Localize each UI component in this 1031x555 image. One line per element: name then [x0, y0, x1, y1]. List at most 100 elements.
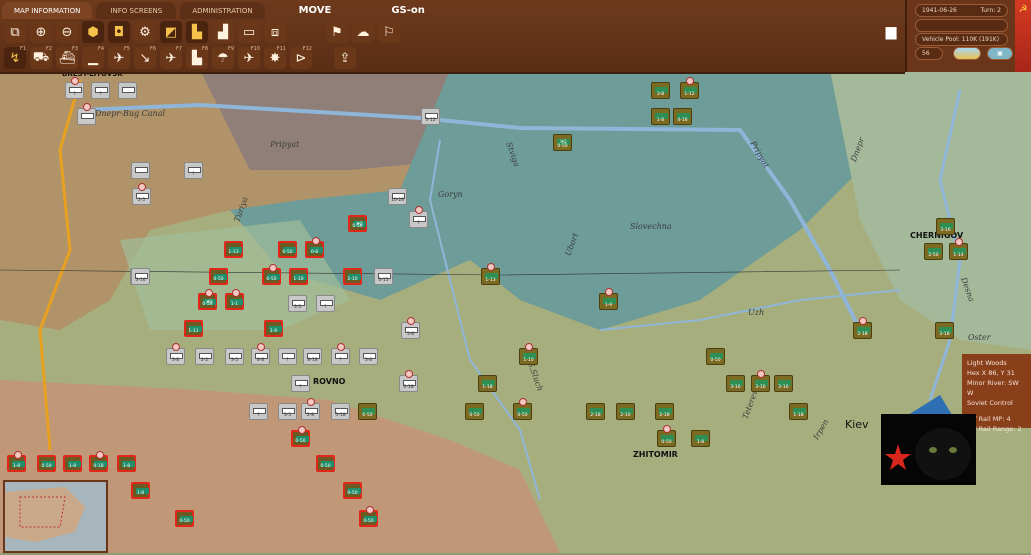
naval-icon[interactable]: ▁ F4 [82, 46, 104, 69]
strategic-map[interactable] [0, 0, 1031, 553]
rectangle-icon[interactable]: ▭ [238, 21, 260, 43]
soviet-unit-counter[interactable]: 0-50 [209, 268, 228, 285]
axis-unit-counter[interactable]: 3-18 [935, 322, 954, 339]
truck-icon[interactable]: ⛟ F2 [30, 46, 52, 69]
german-unit-counter[interactable]: ? [65, 77, 84, 99]
german-unit-counter[interactable]: ? [316, 295, 335, 312]
paradrop-icon[interactable]: ☂ F9 [212, 46, 234, 69]
soviet-unit-counter[interactable]: 2-10 [343, 268, 362, 285]
german-unit-counter[interactable]: 3-8 [359, 348, 378, 365]
ship-icon[interactable]: ⛴ F3 [56, 46, 78, 69]
german-unit-counter[interactable]: 3-5 [288, 295, 307, 312]
zoom-in-icon[interactable]: ⊕ [30, 21, 52, 43]
german-unit-counter[interactable] [77, 103, 96, 125]
german-unit-counter[interactable]: 2-8 [301, 398, 320, 420]
german-unit-counter[interactable]: 8-8 [251, 343, 270, 365]
soviet-unit-counter[interactable]: 0-50 [37, 455, 56, 472]
axis-unit-counter[interactable]: 1-18 [478, 375, 497, 392]
german-unit-counter[interactable]: 5-18 [331, 403, 350, 420]
air-transport-icon[interactable]: ✈ F10 [238, 46, 260, 69]
soviet-unit-counter[interactable]: 1-1 [225, 289, 244, 310]
soviet-unit-counter[interactable]: 1-8 [131, 482, 150, 499]
next-unit-icon[interactable]: ⊳ F12 [290, 46, 312, 69]
chart-overlay-icon[interactable]: ▙ [186, 21, 208, 43]
axis-unit-counter[interactable]: 2-50 [924, 243, 943, 260]
axis-unit-counter[interactable]: 3-8 [651, 82, 670, 99]
axis-unit-counter[interactable]: 1-12 [680, 77, 699, 99]
air-base-icon[interactable]: ↘ F6 [134, 46, 156, 69]
german-unit-counter[interactable]: ? [278, 348, 297, 365]
soviet-unit-counter[interactable]: 1-9 [264, 320, 283, 337]
soviet-unit-counter[interactable]: 0-50 [343, 482, 362, 499]
unit-display-icon[interactable]: ◩ [160, 21, 182, 43]
air-strike-icon[interactable]: ✈ F7 [160, 46, 182, 69]
zoom-out-icon[interactable]: ⊖ [56, 21, 78, 43]
german-unit-counter[interactable]: 3-16 [131, 268, 150, 285]
german-unit-counter[interactable]: ? [409, 206, 428, 228]
german-unit-counter[interactable]: 2-2 [195, 348, 214, 365]
german-unit-counter[interactable]: 5-8 [401, 317, 420, 339]
german-unit-counter[interactable]: ? [291, 375, 310, 392]
upload-icon[interactable]: ⇪ [334, 47, 356, 69]
axis-unit-counter[interactable]: 0-50 [657, 425, 676, 447]
factory-icon[interactable]: ▟ [212, 21, 234, 43]
bomb-city-icon[interactable]: ▙ F8 [186, 46, 208, 69]
move-path-icon[interactable]: ↯ F1 [4, 46, 26, 69]
axis-unit-counter[interactable]: 1-13 [481, 263, 500, 285]
soviet-unit-counter[interactable]: 1-8 [63, 455, 82, 472]
tab-info-screens[interactable]: INFO SCREENS [96, 2, 177, 19]
axis-unit-counter[interactable]: 0-50 [706, 348, 725, 365]
explosion-icon[interactable]: ✸ F11 [264, 46, 286, 69]
stack-icon[interactable]: ⬢ [82, 21, 104, 43]
german-unit-counter[interactable]: 10-28 [388, 188, 407, 205]
soviet-unit-counter[interactable]: 0-50 [291, 426, 310, 447]
hex-frame-icon[interactable]: ◘ [108, 21, 130, 43]
soviet-unit-counter[interactable]: 0-50 [359, 506, 378, 527]
axis-unit-counter[interactable]: 2-18 [853, 317, 872, 339]
german-unit-counter[interactable]: ? [249, 403, 268, 420]
axis-unit-counter[interactable]: 0-50 [465, 403, 484, 420]
axis-unit-counter[interactable]: 0-50 [358, 403, 377, 420]
german-unit-counter[interactable] [131, 162, 150, 179]
soviet-unit-counter[interactable]: 0-50 [262, 264, 281, 285]
soviet-unit-counter[interactable]: HQ 0-50 [198, 289, 217, 310]
axis-unit-counter[interactable]: HQ 0-50 [553, 134, 572, 151]
soviet-unit-counter[interactable]: 1-11 [184, 320, 203, 337]
soviet-unit-counter[interactable]: HQ 0-50 [348, 215, 367, 232]
air-recon-icon[interactable]: ✈ F5 [108, 46, 130, 69]
gear-icon[interactable]: ⚙ [134, 21, 156, 43]
save-icon[interactable]: ▣ [987, 47, 1013, 60]
german-unit-counter[interactable]: 3-12 [421, 108, 440, 125]
weather-indicator[interactable] [953, 47, 981, 60]
tab-administration[interactable]: ADMINISTRATION [180, 2, 265, 19]
axis-unit-counter[interactable]: 2-10 [616, 403, 635, 420]
axis-unit-counter[interactable]: 4-16 [673, 108, 692, 125]
soviet-unit-counter[interactable]: 1-10 [289, 268, 308, 285]
windows-icon[interactable]: ⧉ [4, 21, 26, 43]
flag-arrow-icon[interactable]: ⚑ [326, 21, 348, 43]
axis-unit-counter[interactable]: 2-18 [655, 403, 674, 420]
axis-unit-counter[interactable]: 1-8 [651, 108, 670, 125]
tab-map-information[interactable]: MAP INFORMATION [2, 2, 93, 19]
axis-unit-counter[interactable]: 3-16 [936, 218, 955, 235]
german-unit-counter[interactable] [118, 82, 137, 99]
axis-unit-counter[interactable]: 2-18 [586, 403, 605, 420]
soviet-unit-counter[interactable]: 0-50 [278, 241, 297, 258]
soviet-unit-counter[interactable]: 1-8 [117, 455, 136, 472]
german-unit-counter[interactable]: 3-15 [374, 268, 393, 285]
german-unit-counter[interactable]: ? [184, 162, 203, 179]
soviet-unit-counter[interactable]: 0-8 [305, 237, 324, 258]
gs-toggle[interactable]: GS-on [361, 2, 455, 19]
move-mode-indicator[interactable]: MOVE [269, 2, 362, 19]
axis-unit-counter[interactable]: 1-10 [519, 343, 538, 365]
axis-unit-counter[interactable]: 1-9 [599, 288, 618, 310]
soviet-unit-counter[interactable]: 0-50 [316, 455, 335, 472]
soviet-unit-counter[interactable]: 1-8 [7, 451, 26, 472]
flag-icon[interactable]: ⚐ [378, 21, 400, 43]
axis-unit-counter[interactable]: 0-50 [513, 398, 532, 420]
axis-unit-counter[interactable]: 3-16 [751, 370, 770, 392]
soviet-unit-counter[interactable]: 0-50 [175, 510, 194, 527]
statistics-icon[interactable]: ▆ [880, 24, 902, 44]
minimap[interactable] [3, 480, 108, 553]
german-unit-counter[interactable]: 3-8 [166, 343, 185, 365]
